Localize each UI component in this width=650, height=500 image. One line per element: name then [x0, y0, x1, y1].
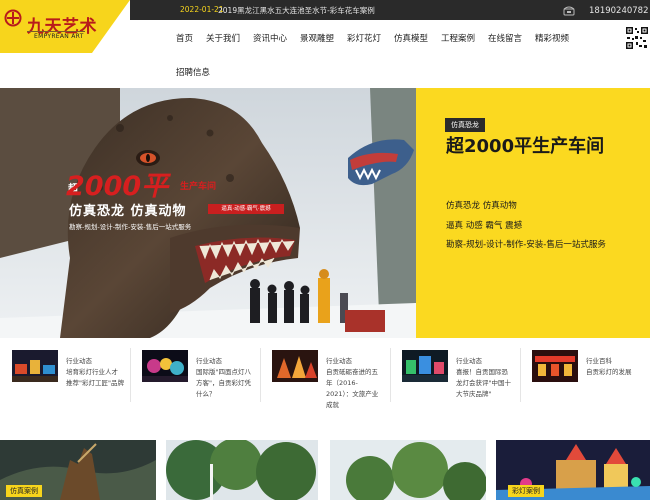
- topbar-news-link[interactable]: 2019黑龙江黑水五大连池圣水节-彩车花车案例: [218, 5, 375, 16]
- logo-name-en: EMPYREAN ART: [34, 33, 84, 40]
- nav-jobs[interactable]: 招聘信息: [176, 66, 210, 78]
- hero-banner[interactable]: 超 2000平 生产车间 仿真恐龙 仿真动物 逼真·动感·霸气·震撼 勘察-规划…: [0, 88, 650, 338]
- photo-overlay-services: 勘察-规划-设计-制作-安装-售后一站式服务: [69, 223, 192, 231]
- news-title[interactable]: 自贡砥砺奋进的五年（2016-2021）：文旅产业成就: [326, 367, 384, 411]
- logo-emblem-icon: [4, 9, 22, 27]
- news-thumbnail: [142, 350, 188, 382]
- news-thumbnail: [402, 350, 448, 382]
- news-title[interactable]: 自贡彩灯的发展: [586, 367, 644, 378]
- news-item[interactable]: 行业百科 自贡彩灯的发展: [520, 346, 650, 408]
- news-title[interactable]: 国际版"四面点灯八方客"，自贡彩灯凭什么？: [196, 367, 254, 400]
- hero-photo: 超 2000平 生产车间 仿真恐龙 仿真动物 逼真·动感·霸气·震撼 勘察-规划…: [0, 88, 416, 338]
- news-category: 行业百科: [586, 357, 612, 365]
- news-thumbnail: [532, 350, 578, 382]
- qr-code-icon: [625, 26, 649, 50]
- case-gallery: 仿真案例 彩灯案例: [0, 440, 650, 500]
- gallery-tag: 彩灯案例: [508, 485, 544, 497]
- news-item[interactable]: 行业动态 自贡砥砺奋进的五年（2016-2021）：文旅产业成就: [260, 346, 390, 411]
- logo-divider: [27, 31, 85, 32]
- nav-videos[interactable]: 精彩视频: [535, 32, 569, 44]
- hero-line-products: 仿真恐龙 仿真动物: [446, 201, 517, 211]
- news-category: 行业动态: [326, 357, 352, 365]
- news-item[interactable]: 行业动态 国际版"四面点灯八方客"，自贡彩灯凭什么？: [130, 346, 260, 408]
- gallery-tile[interactable]: [330, 440, 486, 500]
- site-header: 九天艺术 EMPYREAN ART 2022-01-21 2019黑龙江黑水五大…: [0, 0, 650, 88]
- news-item[interactable]: 行业动态 喜报！自贡国际恐龙灯会获评"中国十大节庆品牌": [390, 346, 520, 408]
- nav-news[interactable]: 资讯中心: [253, 32, 287, 44]
- news-title[interactable]: 喜报！自贡国际恐龙灯会获评"中国十大节庆品牌": [456, 367, 514, 400]
- photo-overlay-workshop: 生产车间: [180, 182, 217, 192]
- news-category: 行业动态: [456, 357, 482, 365]
- phone-icon: [563, 6, 575, 16]
- hero-text-panel: 仿真恐龙 超2000平生产车间 仿真恐龙 仿真动物 逼真 动感 霸气 震撼 勘察…: [416, 88, 650, 338]
- nav-about[interactable]: 关于我们: [206, 32, 240, 44]
- news-thumbnail: [272, 350, 318, 382]
- news-thumbnail: [12, 350, 58, 382]
- nav-home[interactable]: 首页: [176, 32, 193, 44]
- hero-line-services: 勘察-规划-设计-制作-安装-售后一站式服务: [446, 240, 606, 250]
- news-item[interactable]: 行业动态 培育彩灯行业人才推荐"彩灯工匠"品牌: [0, 346, 130, 408]
- nav-lanterns[interactable]: 彩灯花灯: [347, 32, 381, 44]
- phone-number: 18190240782: [589, 6, 649, 16]
- gallery-tile[interactable]: 仿真案例: [0, 440, 156, 500]
- gallery-tile[interactable]: [166, 440, 318, 500]
- nav-message[interactable]: 在线留言: [488, 32, 522, 44]
- photo-overlay-products: 仿真恐龙 仿真动物: [69, 204, 187, 219]
- hero-line-features: 逼真 动感 霸气 震撼: [446, 221, 523, 231]
- photo-overlay-2000: 2000平: [66, 171, 169, 202]
- gallery-tag: 仿真案例: [6, 485, 42, 497]
- photo-overlay-tagline: 逼真·动感·霸气·震撼: [208, 204, 284, 214]
- gallery-image: [330, 440, 486, 500]
- main-nav: 首页 关于我们 资讯中心 景观雕塑 彩灯花灯 仿真模型 工程案例 在线留言 精彩…: [170, 31, 590, 81]
- news-strip: 行业动态 培育彩灯行业人才推荐"彩灯工匠"品牌 行业动态 国际版"四面点灯八方客…: [0, 340, 650, 410]
- logo[interactable]: 九天艺术 EMPYREAN ART: [0, 0, 130, 53]
- gallery-image: [166, 440, 318, 500]
- nav-models[interactable]: 仿真模型: [394, 32, 428, 44]
- nav-sculpture[interactable]: 景观雕塑: [300, 32, 334, 44]
- news-category: 行业动态: [196, 357, 222, 365]
- hero-title: 超2000平生产车间: [446, 136, 605, 157]
- news-category: 行业动态: [66, 357, 92, 365]
- news-title[interactable]: 培育彩灯行业人才推荐"彩灯工匠"品牌: [66, 367, 124, 389]
- nav-cases[interactable]: 工程案例: [441, 32, 475, 44]
- hero-category-badge[interactable]: 仿真恐龙: [445, 118, 485, 132]
- gallery-tile[interactable]: 彩灯案例: [496, 440, 650, 500]
